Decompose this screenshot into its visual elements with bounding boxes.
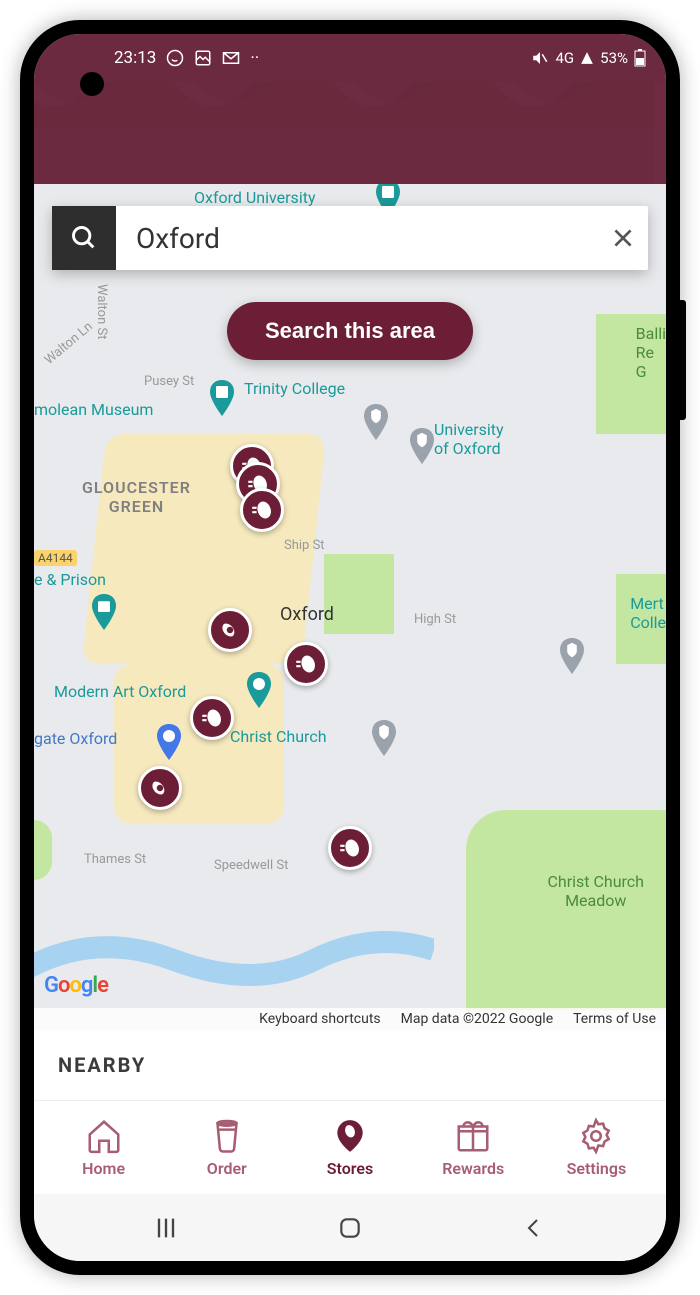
search-bar	[52, 206, 648, 270]
map-label-high-st: High St	[414, 612, 456, 627]
nav-label: Home	[82, 1159, 125, 1178]
phone-frame: 23:13 ·· 4G 53%	[20, 20, 680, 1275]
poi-pin	[369, 720, 399, 756]
app-header	[34, 82, 666, 184]
poi-pin	[154, 724, 184, 760]
poi-pin	[557, 638, 587, 674]
network-type: 4G	[555, 49, 574, 67]
gear-icon	[577, 1117, 615, 1155]
map-label-pusey-st: Pusey St	[144, 374, 194, 389]
poi-pin	[244, 672, 274, 708]
nav-stores[interactable]: Stores	[288, 1117, 411, 1178]
map-terms[interactable]: Terms of Use	[573, 1011, 656, 1027]
home-icon	[85, 1117, 123, 1155]
map-label-university-of-oxford: University of Oxford	[434, 420, 504, 458]
poi-pin	[89, 594, 119, 630]
whatsapp-icon	[166, 49, 184, 67]
map-label-walton-st: Walton St	[94, 284, 109, 339]
status-more: ··	[250, 48, 259, 68]
map-label-thames-st: Thames St	[84, 852, 146, 867]
image-icon	[194, 49, 212, 67]
nearby-title: NEARBY	[58, 1053, 146, 1077]
android-back-button[interactable]	[504, 1208, 564, 1248]
map[interactable]: Oxford University Trinity College Univer…	[34, 184, 666, 1030]
map-label-castle-prison: e & Prison	[34, 570, 106, 589]
close-icon	[610, 225, 636, 251]
power-button	[680, 300, 686, 420]
map-attribution: Keyboard shortcuts Map data ©2022 Google…	[34, 1008, 666, 1030]
mute-icon	[531, 49, 549, 67]
android-nav-bar	[34, 1194, 666, 1261]
poi-pin	[207, 380, 237, 416]
poi-pin	[361, 404, 391, 440]
map-label-merton: Mert Colle	[630, 594, 666, 632]
map-label-balliol: Balli Re G	[636, 324, 666, 381]
map-label-oxford-center: Oxford	[280, 604, 334, 625]
camera-hole	[80, 72, 104, 96]
cup-icon	[208, 1117, 246, 1155]
map-data-copyright: Map data ©2022 Google	[401, 1011, 554, 1027]
nav-label: Rewards	[442, 1159, 504, 1178]
google-logo: Google	[44, 973, 108, 998]
gift-icon	[454, 1117, 492, 1155]
map-label-christ-church-meadow: Christ Church Meadow	[547, 872, 644, 910]
map-label-gloucester-green: GLOUCESTER GREEN	[82, 478, 191, 516]
bottom-nav: Home Order Stores Rewards Settings	[34, 1100, 666, 1194]
map-label-westgate: gate Oxford	[34, 729, 117, 748]
android-home-button[interactable]	[320, 1208, 380, 1248]
android-recent-button[interactable]	[136, 1208, 196, 1248]
map-keyboard-shortcuts[interactable]: Keyboard shortcuts	[259, 1011, 380, 1027]
status-bar: 23:13 ·· 4G 53%	[34, 34, 666, 82]
store-pin[interactable]	[208, 608, 252, 652]
store-pin[interactable]	[328, 826, 372, 870]
map-label-ashmolean: molean Museum	[34, 400, 153, 419]
phone-screen: 23:13 ·· 4G 53%	[34, 34, 666, 1261]
map-label-ship-st: Ship St	[284, 538, 325, 553]
nav-label: Stores	[327, 1159, 373, 1178]
map-label-trinity-college: Trinity College	[244, 379, 345, 398]
clear-button[interactable]	[598, 206, 648, 270]
nav-label: Order	[207, 1159, 247, 1178]
nav-order[interactable]: Order	[165, 1117, 288, 1178]
nav-label: Settings	[567, 1159, 627, 1178]
nav-rewards[interactable]: Rewards	[412, 1117, 535, 1178]
search-icon	[70, 224, 98, 252]
signal-icon	[580, 51, 594, 65]
poi-pin	[407, 428, 437, 464]
gmail-icon	[222, 49, 240, 67]
map-label-christ-church: Christ Church	[230, 727, 327, 746]
map-label-a4144: A4144	[34, 550, 77, 566]
search-input[interactable]	[116, 222, 598, 255]
map-label-modern-art: Modern Art Oxford	[54, 682, 186, 701]
store-pin[interactable]	[138, 766, 182, 810]
search-button[interactable]	[52, 206, 116, 270]
battery-pct: 53%	[600, 49, 628, 67]
store-pin[interactable]	[240, 488, 284, 532]
store-pin[interactable]	[284, 642, 328, 686]
battery-icon	[634, 49, 646, 67]
store-pin[interactable]	[190, 696, 234, 740]
nav-settings[interactable]: Settings	[535, 1117, 658, 1178]
nav-home[interactable]: Home	[42, 1117, 165, 1178]
search-this-area-button[interactable]: Search this area	[227, 302, 473, 360]
map-label-oxford-university: Oxford University	[194, 188, 316, 207]
map-label-speedwell-st: Speedwell St	[214, 858, 288, 873]
status-time: 23:13	[114, 48, 156, 68]
pin-icon	[331, 1117, 369, 1155]
nearby-section[interactable]: NEARBY	[34, 1030, 666, 1100]
